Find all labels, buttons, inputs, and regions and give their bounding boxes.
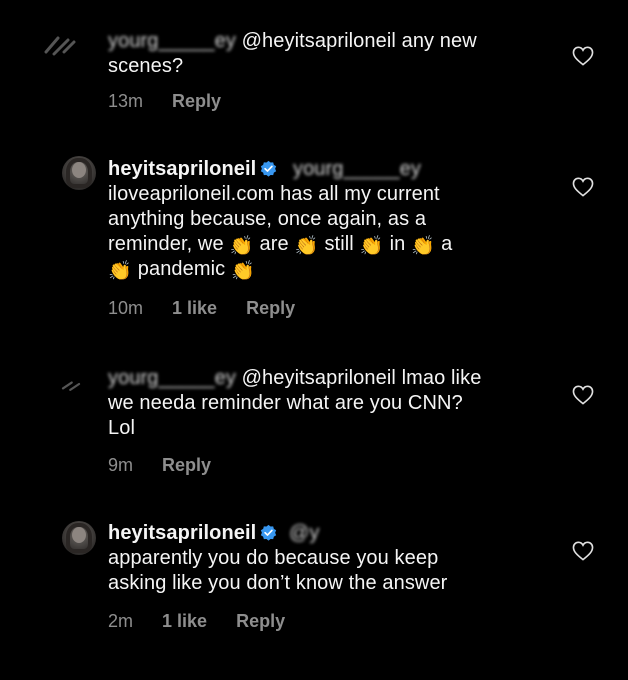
comment-1-line2: scenes? xyxy=(108,55,184,77)
heart-icon[interactable] xyxy=(572,46,594,66)
comment-time: 10m xyxy=(108,298,144,318)
comment-4-meta: 2m 1 like Reply xyxy=(108,611,309,632)
verified-badge-icon xyxy=(261,160,277,177)
comment-1-meta: 13m Reply xyxy=(108,91,245,112)
blurred-username[interactable]: yourg_____ey xyxy=(108,366,236,391)
comment-3-line3: Lol xyxy=(108,417,135,439)
comment-3-text: yourg_____ey @heyitsapriloneil lmao like… xyxy=(108,366,548,441)
likes-count[interactable]: 1 like xyxy=(172,298,217,318)
clapping-hands-icon: 👏 xyxy=(411,236,436,257)
heart-icon[interactable] xyxy=(572,541,594,561)
comment-3-line2: we needa reminder what are you CNN? xyxy=(108,392,463,414)
comment-2-line1: iloveapriloneil.com has all my current xyxy=(108,183,440,205)
username[interactable]: heyitsapriloneil xyxy=(108,158,256,180)
verified-badge-icon xyxy=(261,524,277,541)
redaction-scribble xyxy=(44,36,76,56)
reply-button[interactable]: Reply xyxy=(162,455,211,475)
reply-button[interactable]: Reply xyxy=(172,91,221,111)
avatar[interactable] xyxy=(62,521,96,555)
comment-time: 2m xyxy=(108,611,134,631)
comment-time: 13m xyxy=(108,91,144,111)
blurred-username[interactable]: yourg_____ey xyxy=(293,157,421,182)
comment-1-line1: @heyitsapriloneil any new xyxy=(241,30,477,52)
comment-2-line2: anything because, once again, as a xyxy=(108,208,427,230)
comment-2-meta: 10m 1 like Reply xyxy=(108,298,319,319)
blurred-username[interactable]: @y xyxy=(289,521,320,546)
reply-button[interactable]: Reply xyxy=(246,298,295,318)
comment-2-word: reminder, we xyxy=(108,233,224,255)
comment-2-word: in xyxy=(389,233,406,255)
clapping-hands-icon: 👏 xyxy=(231,261,256,282)
reply-button[interactable]: Reply xyxy=(236,611,285,631)
likes-count[interactable]: 1 like xyxy=(162,611,207,631)
comment-2-text: heyitsapriloneil yourg_____ey iloveapril… xyxy=(108,157,548,282)
comment-2-word: pandemic xyxy=(137,258,226,280)
heart-icon[interactable] xyxy=(572,385,594,405)
comment-4-line1: apparently you do because you keep xyxy=(108,547,439,569)
clapping-hands-icon: 👏 xyxy=(108,261,132,282)
heart-icon[interactable] xyxy=(572,177,594,197)
blurred-username[interactable]: yourg_____ey xyxy=(108,29,236,54)
username[interactable]: heyitsapriloneil xyxy=(108,522,256,544)
comment-1-text: yourg_____ey @heyitsapriloneil any new s… xyxy=(108,29,548,79)
comment-2-word: are xyxy=(259,233,289,255)
comment-2-word: a xyxy=(441,233,453,255)
comment-4-line2: asking like you don’t know the answer xyxy=(108,572,448,594)
clapping-hands-icon: 👏 xyxy=(229,236,254,257)
clapping-hands-icon: 👏 xyxy=(359,236,384,257)
clapping-hands-icon: 👏 xyxy=(294,236,319,257)
comment-time: 9m xyxy=(108,455,134,475)
comment-3-line1: @heyitsapriloneil lmao like xyxy=(241,367,482,389)
comment-4-text: heyitsapriloneil @y apparently you do be… xyxy=(108,521,548,596)
comment-2-word: still xyxy=(324,233,354,255)
avatar[interactable] xyxy=(62,156,96,190)
redaction-scribble xyxy=(61,381,81,391)
comment-3-meta: 9m Reply xyxy=(108,455,235,476)
